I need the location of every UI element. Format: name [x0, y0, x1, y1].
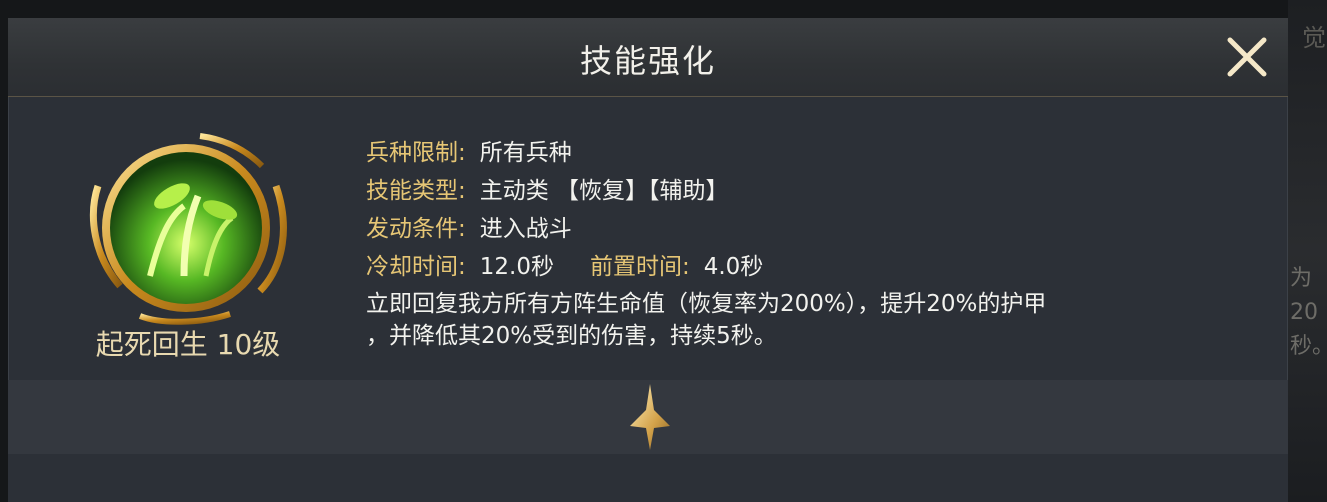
skill-type-row: 技能类型: 主动类 【恢复】【辅助】 [366, 172, 1246, 210]
background-text-line: 秒。 [1290, 334, 1327, 359]
skill-type-value: 主动类 【恢复】【辅助】 [479, 178, 729, 204]
precast-label: 前置时间: [589, 254, 690, 280]
description-line: ，并降低其20%受到的伤害，持续5秒。 [366, 323, 777, 349]
dialog-header: 技能强化 [8, 18, 1288, 97]
trigger-row: 发动条件: 进入战斗 [366, 210, 1246, 248]
troop-limit-value: 所有兵种 [479, 140, 572, 166]
dialog-bottom [8, 454, 1288, 502]
trigger-label: 发动条件: [366, 216, 466, 242]
sprout-heal-icon [89, 133, 287, 325]
skill-description: 立即回复我方所有方阵生命值（恢复率为200%），提升20%的护甲 ，并降低其20… [366, 288, 1186, 352]
background-text-line: 为20 [1290, 266, 1318, 325]
background-text-top: 觉 [1302, 24, 1326, 52]
dialog-title: 技能强化 [579, 42, 716, 80]
skill-enhance-dialog: 技能强化 起死回生 10级 兵种限制: 所有兵种 技能类型: 主动类 【恢复】【… [8, 18, 1288, 502]
description-line: 立即回复我方所有方阵生命值（恢复率为200%），提升20%的护甲 [366, 291, 1047, 317]
background-edge: 觉 为20 秒。 [1288, 0, 1327, 502]
skill-name-level: 起死回生 10级 [95, 328, 281, 361]
trigger-value: 进入战斗 [479, 216, 572, 242]
background-text-lines: 为20 秒。 [1290, 262, 1327, 364]
precast-value: 4.0秒 [703, 254, 764, 280]
skill-type-label: 技能类型: [366, 178, 466, 204]
close-button[interactable] [1222, 32, 1272, 82]
skill-details: 兵种限制: 所有兵种 技能类型: 主动类 【恢复】【辅助】 发动条件: 进入战斗 冷却… [366, 134, 1246, 352]
cooldown-label: 冷却时间: [366, 254, 466, 280]
timing-row: 冷却时间: 12.0秒 前置时间: 4.0秒 [366, 248, 1246, 286]
close-icon [1227, 37, 1267, 77]
skill-icon-frame[interactable] [80, 126, 296, 326]
gold-arrow-down-icon [628, 382, 672, 452]
troop-limit-label: 兵种限制: [366, 140, 466, 166]
cooldown-value: 12.0秒 [479, 254, 554, 280]
troop-limit-row: 兵种限制: 所有兵种 [366, 134, 1246, 172]
